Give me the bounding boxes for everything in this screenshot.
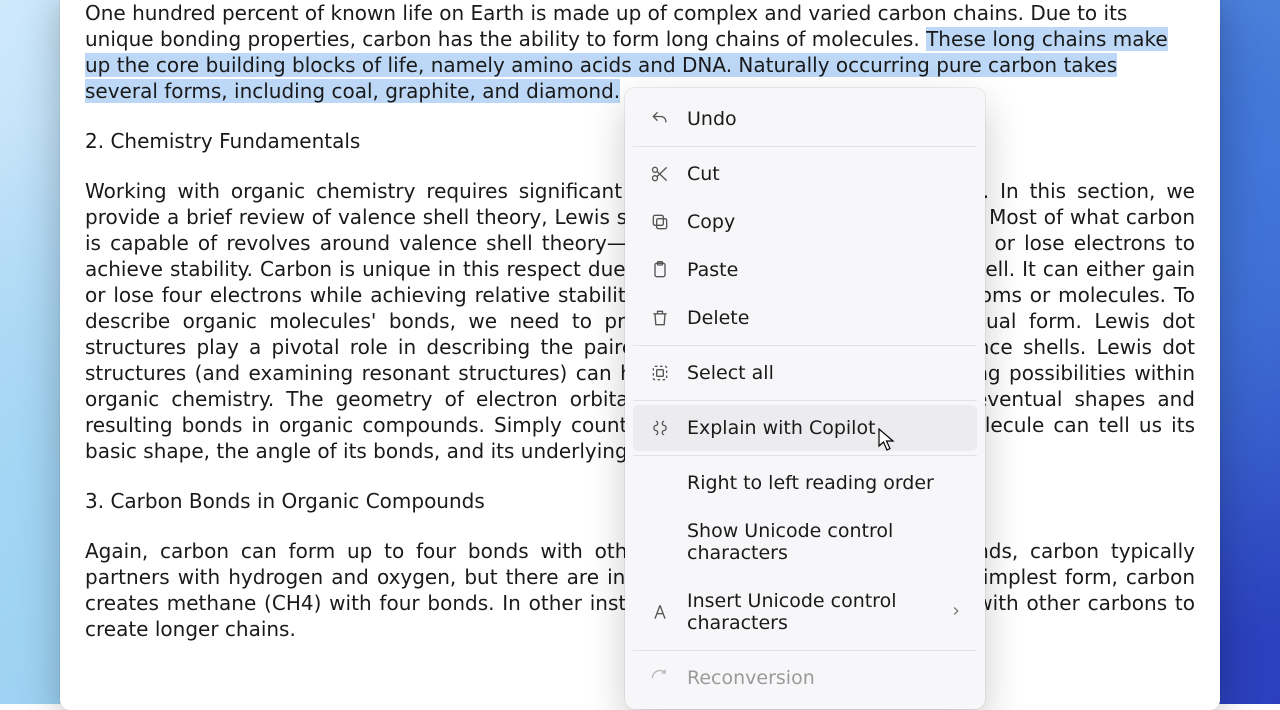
menu-separator xyxy=(633,455,977,456)
menu-rtl-reading-order[interactable]: Right to left reading order xyxy=(633,460,977,506)
menu-insert-unicode-label: Insert Unicode control characters xyxy=(687,590,961,634)
menu-separator xyxy=(633,650,977,651)
menu-copy[interactable]: Copy xyxy=(633,199,977,245)
menu-cut[interactable]: Cut xyxy=(633,151,977,197)
menu-explain-with-copilot[interactable]: Explain with Copilot xyxy=(633,405,977,451)
menu-separator xyxy=(633,146,977,147)
chevron-right-icon xyxy=(949,601,963,623)
blank-icon xyxy=(649,531,671,553)
menu-delete[interactable]: Delete xyxy=(633,295,977,341)
menu-explain-label: Explain with Copilot xyxy=(687,417,876,439)
menu-insert-unicode[interactable]: Insert Unicode control characters xyxy=(633,578,977,646)
menu-reconversion: Reconversion xyxy=(633,655,977,701)
menu-copy-label: Copy xyxy=(687,211,735,233)
menu-separator xyxy=(633,345,977,346)
trash-icon xyxy=(649,307,671,329)
menu-cut-label: Cut xyxy=(687,163,720,185)
character-icon xyxy=(649,601,671,623)
menu-show-unicode-label: Show Unicode control characters xyxy=(687,520,961,564)
menu-select-all-label: Select all xyxy=(687,362,774,384)
copy-icon xyxy=(649,211,671,233)
menu-select-all[interactable]: Select all xyxy=(633,350,977,396)
scissors-icon xyxy=(649,163,671,185)
select-all-icon xyxy=(649,362,671,384)
menu-separator xyxy=(633,400,977,401)
menu-paste-label: Paste xyxy=(687,259,738,281)
menu-paste[interactable]: Paste xyxy=(633,247,977,293)
undo-icon xyxy=(649,108,671,130)
menu-undo-label: Undo xyxy=(687,108,737,130)
reconversion-icon xyxy=(649,667,671,689)
menu-rtl-label: Right to left reading order xyxy=(687,472,934,494)
menu-delete-label: Delete xyxy=(687,307,749,329)
copilot-icon xyxy=(649,417,671,439)
context-menu: Undo Cut Copy Paste Delete Select all xyxy=(625,88,985,709)
menu-show-unicode[interactable]: Show Unicode control characters xyxy=(633,508,977,576)
clipboard-icon xyxy=(649,259,671,281)
blank-icon xyxy=(649,472,671,494)
menu-undo[interactable]: Undo xyxy=(633,96,977,142)
menu-reconversion-label: Reconversion xyxy=(687,667,815,689)
